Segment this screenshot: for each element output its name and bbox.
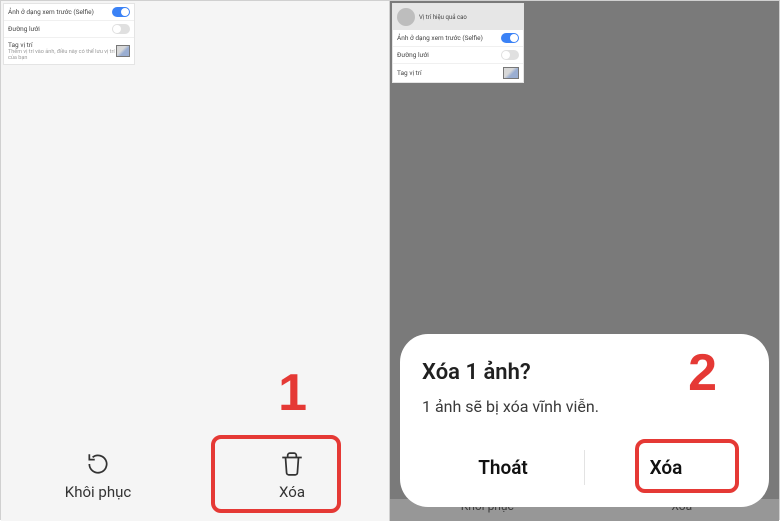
trash-icon (279, 451, 305, 477)
setting-label: Ảnh ở dạng xem trước (Selfie) (8, 8, 94, 16)
delete-button[interactable]: Xóa (195, 431, 389, 521)
step-number-1: 1 (278, 363, 307, 423)
setting-label: Tag vị trí (397, 69, 422, 77)
setting-label: Tag vị trí (8, 41, 33, 49)
setting-grid-lines: Đường lưới (393, 47, 523, 64)
tutorial-two-step: Ảnh ở dạng xem trước (Selfie) Đường lưới… (0, 0, 780, 520)
setting-tag-location[interactable]: Tag vị trí Thêm vị trí vào ảnh, điều này… (4, 38, 134, 64)
toggle-icon (501, 33, 519, 43)
settings-mini-panel: Ảnh ở dạng xem trước (Selfie) Đường lưới… (3, 3, 135, 65)
restore-label: Khôi phục (65, 483, 131, 501)
photo-thumb-icon (116, 45, 130, 57)
dialog-button-row: Thoát Xóa (422, 446, 747, 489)
pane-step-1: Ảnh ở dạng xem trước (Selfie) Đường lưới… (1, 1, 390, 521)
dialog-cancel-button[interactable]: Thoát (422, 446, 584, 489)
bottom-action-bar: Khôi phục Xóa (1, 431, 389, 521)
delete-label: Xóa (279, 483, 305, 501)
settings-mini-panel-bg: Vị trí hiệu quả cao Ảnh ở dạng xem trước… (392, 3, 524, 83)
toggle-icon[interactable] (112, 7, 130, 17)
restore-button[interactable]: Khôi phục (1, 431, 195, 521)
photo-thumb-icon (503, 67, 519, 79)
setting-tag-location: Tag vị trí (393, 64, 523, 82)
setting-sublabel: Thêm vị trí vào ảnh, điều này có thể lưu… (8, 49, 116, 61)
setting-selfie-preview[interactable]: Ảnh ở dạng xem trước (Selfie) (4, 4, 134, 21)
avatar-icon (397, 8, 415, 26)
mini-header: Vị trí hiệu quả cao (393, 4, 523, 30)
setting-grid-lines[interactable]: Đường lưới (4, 21, 134, 38)
toggle-icon (501, 50, 519, 60)
mini-header-label: Vị trí hiệu quả cao (419, 14, 467, 21)
setting-selfie-preview: Ảnh ở dạng xem trước (Selfie) (393, 30, 523, 47)
toggle-icon[interactable] (112, 24, 130, 34)
pane-step-2: Vị trí hiệu quả cao Ảnh ở dạng xem trước… (390, 1, 779, 521)
setting-label: Đường lưới (8, 25, 40, 33)
dialog-confirm-button[interactable]: Xóa (585, 446, 747, 489)
restore-icon (85, 451, 111, 477)
step-number-2: 2 (688, 343, 717, 403)
setting-label: Đường lưới (397, 51, 429, 59)
setting-label: Ảnh ở dạng xem trước (Selfie) (397, 34, 483, 42)
